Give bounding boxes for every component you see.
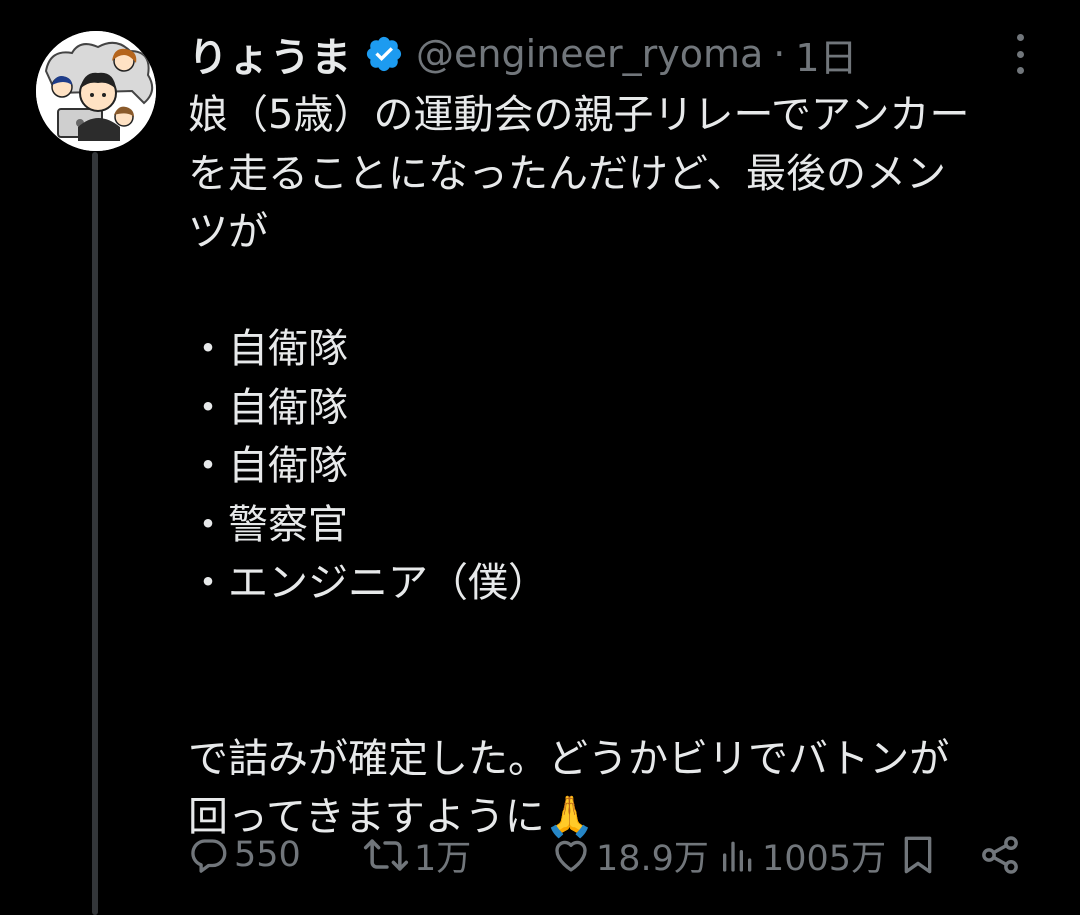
tweet-header: りょうま @engineer_ryoma · 1日 xyxy=(188,26,858,82)
verified-badge-icon xyxy=(364,34,404,74)
views-button[interactable]: 1005万 xyxy=(718,830,886,880)
repost-button[interactable]: 1万 xyxy=(362,830,471,880)
tweet-list-item: ・自衛隊 xyxy=(188,443,348,489)
author-handle[interactable]: @engineer_ryoma xyxy=(416,32,763,76)
bookmark-icon xyxy=(898,833,938,877)
reply-button[interactable]: 550 xyxy=(188,830,301,880)
tweet-line: で詰みが確定した。どうかビリでバトンが xyxy=(188,735,950,782)
more-icon[interactable] xyxy=(1004,34,1036,74)
repost-icon xyxy=(362,834,410,876)
tweet-line xyxy=(188,671,1048,730)
tweet-line xyxy=(188,613,1048,672)
avatar-illustration-icon xyxy=(36,31,156,151)
tweet-list-item: ・自衛隊 xyxy=(188,326,348,372)
tweet-line: ツが xyxy=(188,209,268,255)
timestamp[interactable]: 1日 xyxy=(795,27,857,82)
like-count: 18.9万 xyxy=(596,838,709,879)
action-bar: 550 1万 18.9万 1005万 xyxy=(0,830,1080,880)
like-icon xyxy=(550,834,592,876)
tweet-line: 娘（5歳）の運動会の親子リレーでアンカー xyxy=(188,92,970,138)
more-dot xyxy=(1016,34,1024,41)
display-name[interactable]: りょうま xyxy=(188,25,352,83)
separator-dot: · xyxy=(773,32,786,76)
tweet-list-item: ・自衛隊 xyxy=(188,384,348,431)
avatar[interactable] xyxy=(36,31,156,151)
reply-icon xyxy=(188,834,230,876)
thread-line xyxy=(92,152,98,915)
share-button[interactable] xyxy=(978,830,1022,880)
share-icon xyxy=(978,833,1022,877)
repost-count: 1万 xyxy=(414,838,472,879)
views-count: 1005万 xyxy=(762,838,887,879)
like-button[interactable]: 18.9万 xyxy=(550,830,709,880)
tweet-list-item: ・エンジニア（僕） xyxy=(188,560,548,606)
tweet-text: 娘（5歳）の運動会の親子リレーでアンカー を走ることになったんだけど、最後のメン… xyxy=(188,86,1048,847)
tweet-line xyxy=(188,262,1048,321)
more-dot xyxy=(1016,67,1024,74)
tweet-line: を走ることになったんだけど、最後のメン xyxy=(188,150,946,197)
views-icon xyxy=(718,834,758,876)
bookmark-button[interactable] xyxy=(898,830,938,880)
reply-count: 550 xyxy=(234,835,301,875)
tweet-list-item: ・警察官 xyxy=(188,501,348,548)
more-dot xyxy=(1016,50,1024,58)
